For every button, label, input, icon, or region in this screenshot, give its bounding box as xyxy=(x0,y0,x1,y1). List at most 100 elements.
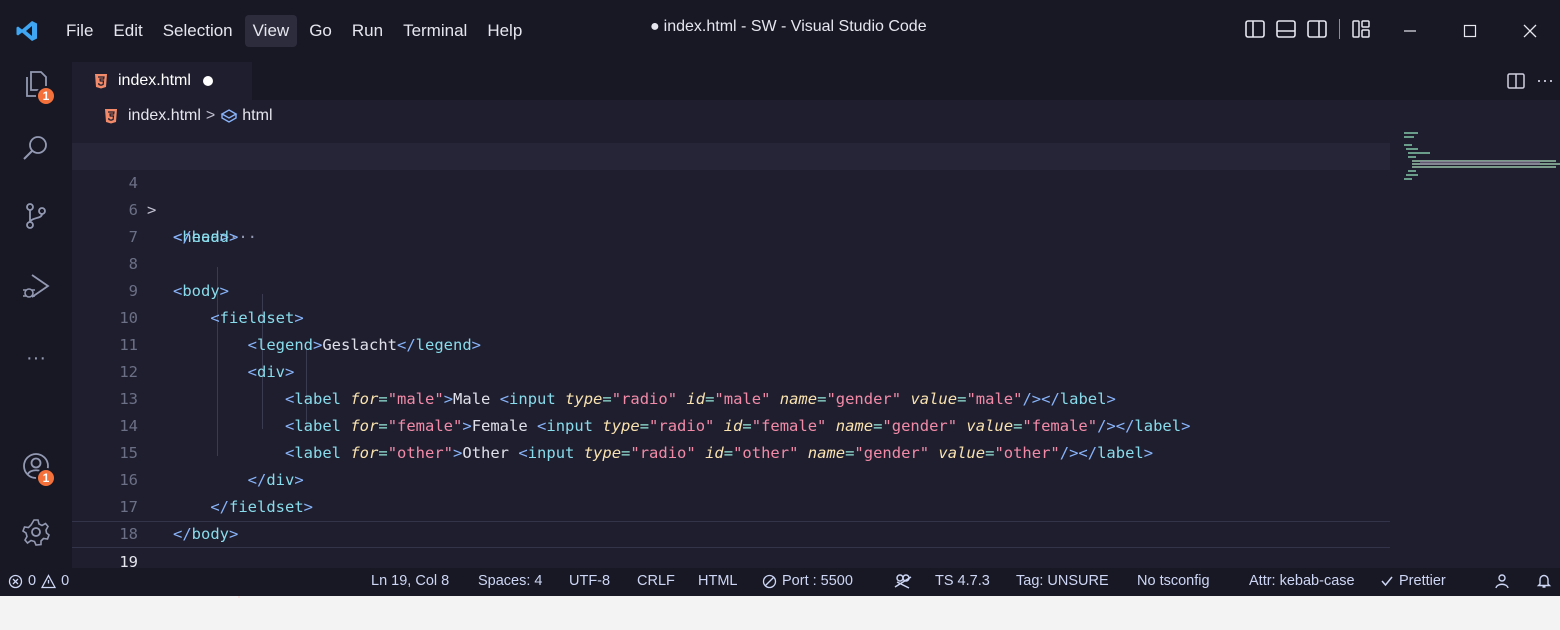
window-title: ● index.html - SW - Visual Studio Code xyxy=(650,18,927,36)
problems-indicator[interactable]: 0 0 xyxy=(8,573,69,589)
accounts-button[interactable]: 1 xyxy=(18,448,56,488)
explorer-button[interactable]: 1 xyxy=(18,66,56,106)
accounts-status-icon[interactable] xyxy=(1494,573,1515,589)
toggle-primary-sidebar-icon[interactable] xyxy=(1244,18,1266,40)
tab-index-html[interactable]: index.html xyxy=(72,62,252,100)
line-ending[interactable]: CRLF xyxy=(637,573,675,589)
notifications-button[interactable] xyxy=(1536,573,1557,589)
window-controls xyxy=(1380,0,1560,62)
more-views-button[interactable]: ··· xyxy=(18,340,54,376)
run-debug-button[interactable] xyxy=(18,268,54,304)
code-line[interactable]: 13 <label for="female">Female <input typ… xyxy=(72,359,1390,435)
code-line[interactable]: 4 > <head>··· xyxy=(72,143,1390,246)
accounts-badge: 1 xyxy=(36,468,56,488)
maximize-button[interactable] xyxy=(1440,23,1500,39)
code-line[interactable]: 17 </body> xyxy=(72,467,1390,543)
menu-bar: File Edit Selection View Go Run Terminal… xyxy=(58,0,534,62)
symbol-element-icon xyxy=(220,109,238,123)
typescript-version[interactable]: TS 4.7.3 xyxy=(935,573,990,589)
bell-icon xyxy=(1536,574,1552,588)
breadcrumb-separator: > xyxy=(205,107,216,124)
prettier-status[interactable]: Prettier xyxy=(1380,573,1446,589)
html5-file-icon xyxy=(95,74,107,89)
source-control-icon xyxy=(26,203,46,229)
vscode-logo-icon[interactable] xyxy=(10,14,44,48)
code-line[interactable]: 11 <div> xyxy=(72,305,1390,381)
code-line[interactable]: 18 xyxy=(72,494,1390,543)
layout-separator xyxy=(1339,19,1340,39)
close-button[interactable] xyxy=(1500,23,1560,39)
settings-button[interactable] xyxy=(18,514,54,550)
code-line[interactable]: 9 <fieldset> xyxy=(72,251,1390,327)
window-title-text: index.html - SW - Visual Studio Code xyxy=(663,18,927,35)
minimize-button[interactable] xyxy=(1380,23,1440,39)
minimize-icon xyxy=(1404,30,1416,32)
warning-icon xyxy=(41,573,57,588)
code-line[interactable]: 12 <label for="male">Male <input type="r… xyxy=(72,332,1390,408)
menu-run[interactable]: Run xyxy=(344,15,391,47)
code-line[interactable]: 8 <body> xyxy=(72,224,1390,300)
breadcrumb-symbol[interactable]: html xyxy=(242,107,272,125)
explorer-badge: 1 xyxy=(36,86,56,106)
layout-controls xyxy=(1244,18,1381,40)
feedback-icon[interactable] xyxy=(893,573,918,589)
code-line[interactable]: 10 <legend>Geslacht</legend> xyxy=(72,278,1390,354)
source-control-button[interactable] xyxy=(18,198,54,234)
tsconfig-status[interactable]: No tsconfig xyxy=(1137,573,1210,589)
check-icon xyxy=(1381,576,1393,587)
status-bar: 0 0 Ln 19, Col 8 Spaces: 4 UTF-8 CRLF HT… xyxy=(0,568,1560,596)
tag-status[interactable]: Tag: UNSURE xyxy=(1016,573,1109,589)
title-bar: File Edit Selection View Go Run Terminal… xyxy=(0,0,1560,62)
split-editor-icon[interactable] xyxy=(1506,71,1526,91)
code-line-current[interactable]: 19 </html> xyxy=(72,521,1390,598)
menu-view[interactable]: View xyxy=(244,15,298,47)
toggle-secondary-sidebar-icon[interactable] xyxy=(1306,18,1328,40)
indentation[interactable]: Spaces: 4 xyxy=(478,573,543,589)
run-debug-icon xyxy=(23,274,50,298)
toggle-panel-icon[interactable] xyxy=(1275,18,1297,40)
code-line[interactable]: 7 xyxy=(72,197,1390,246)
minimap-preview xyxy=(1404,132,1560,180)
gear-icon xyxy=(22,519,50,546)
people-icon xyxy=(894,574,912,589)
minimap[interactable] xyxy=(1390,132,1560,568)
cursor-position[interactable]: Ln 19, Col 8 xyxy=(371,573,449,589)
code-line[interactable]: 14 <label for="other">Other <input type=… xyxy=(72,386,1390,462)
menu-help[interactable]: Help xyxy=(479,15,530,47)
language-mode[interactable]: HTML xyxy=(698,573,737,589)
close-icon xyxy=(1523,24,1537,38)
menu-terminal[interactable]: Terminal xyxy=(395,15,475,47)
encoding[interactable]: UTF-8 xyxy=(569,573,610,589)
unsaved-indicator[interactable] xyxy=(202,76,213,86)
editor-more-actions[interactable]: ··· xyxy=(1536,70,1554,91)
html5-file-icon xyxy=(105,109,117,124)
menu-edit[interactable]: Edit xyxy=(105,15,150,47)
activity-bar: 1 ··· 1 xyxy=(0,62,72,568)
person-feedback-icon xyxy=(1495,574,1509,589)
code-editor[interactable]: 4 > <head>··· 6 </head> 7 8 <body> 9 <fi… xyxy=(72,132,1390,598)
port-label: Port : 5500 xyxy=(782,573,853,589)
vscode-window: File Edit Selection View Go Run Terminal… xyxy=(0,0,1560,598)
error-icon xyxy=(8,574,23,588)
breadcrumb: index.html > html xyxy=(72,100,1560,132)
search-icon xyxy=(23,136,47,160)
code-line[interactable]: 6 </head> xyxy=(72,170,1390,246)
breadcrumb-file[interactable]: index.html xyxy=(128,107,201,125)
unsaved-dot: ● xyxy=(650,18,660,35)
menu-file[interactable]: File xyxy=(58,15,101,47)
error-count: 0 xyxy=(28,573,37,589)
maximize-icon xyxy=(1463,24,1477,38)
code-line[interactable]: 16 </fieldset> xyxy=(72,440,1390,516)
menu-selection[interactable]: Selection xyxy=(155,15,241,47)
prettier-label: Prettier xyxy=(1399,573,1446,589)
tab-label: index.html xyxy=(118,72,191,89)
customize-layout-icon[interactable] xyxy=(1350,18,1372,40)
attr-status[interactable]: Attr: kebab-case xyxy=(1249,573,1355,589)
live-server-port[interactable]: Port : 5500 xyxy=(762,573,853,589)
menu-go[interactable]: Go xyxy=(301,15,340,47)
search-button[interactable] xyxy=(18,130,54,166)
tab-bar: index.html ··· xyxy=(72,62,1560,100)
editor-actions: ··· xyxy=(1506,70,1554,91)
warning-count: 0 xyxy=(61,573,70,589)
code-line[interactable]: 15 </div> xyxy=(72,413,1390,489)
